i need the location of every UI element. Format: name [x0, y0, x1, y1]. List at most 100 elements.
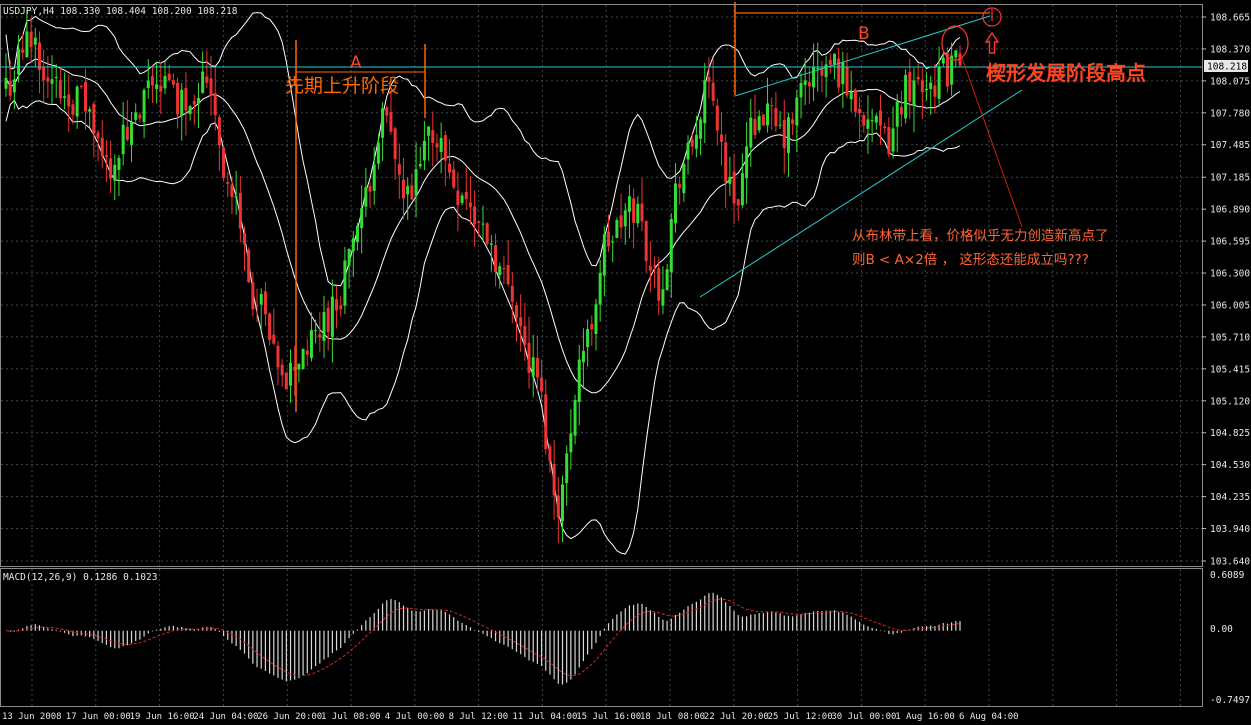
candle-body — [343, 260, 347, 306]
candle-body — [58, 80, 62, 99]
time-label: 1 Jul 08:00 — [321, 712, 381, 722]
candle-body — [427, 126, 431, 136]
candle-body — [678, 183, 682, 188]
price-tick-label: 105.120 — [1210, 396, 1250, 407]
candle-body — [715, 105, 719, 131]
candle-body — [623, 210, 627, 227]
candle-body — [448, 163, 452, 173]
price-tick-label: 103.940 — [1210, 524, 1250, 535]
candle-body — [941, 57, 945, 64]
macd-header: MACD(12,26,9) 0.1286 0.1023 — [3, 572, 157, 583]
candle-body — [812, 66, 816, 88]
price-tick-label: 106.595 — [1210, 237, 1250, 248]
candle-body — [176, 82, 180, 115]
candle-body — [904, 75, 908, 119]
candle-body — [37, 42, 41, 70]
candle-body — [25, 31, 29, 58]
candle-body — [142, 89, 146, 122]
candle-body — [828, 59, 832, 65]
label-b: B — [858, 24, 870, 44]
candle-body — [711, 82, 715, 102]
time-label: 19 Jun 16:00 — [130, 712, 195, 722]
candle-body — [268, 313, 272, 340]
candle-body — [121, 124, 125, 155]
price-tick-label: 107.185 — [1210, 173, 1250, 184]
time-label: 1 Aug 16:00 — [895, 712, 955, 722]
candle-body — [12, 79, 16, 93]
candle-body — [201, 71, 205, 93]
candle — [284, 372, 288, 390]
candle-body — [607, 231, 611, 247]
candle-body — [544, 394, 548, 450]
candle-body — [75, 86, 79, 117]
candle-body — [339, 305, 343, 310]
candle-body — [740, 173, 744, 206]
candle-body — [665, 269, 669, 291]
candle-body — [314, 330, 318, 332]
candle-body — [326, 307, 330, 333]
price-tick-label: 108.075 — [1210, 76, 1250, 87]
candle-body — [527, 342, 531, 373]
candle-body — [63, 96, 67, 99]
candle-body — [435, 143, 439, 148]
time-label: 17 Jun 00:00 — [66, 712, 131, 722]
price-tick-label: 107.485 — [1210, 140, 1250, 151]
candle-body — [640, 203, 644, 222]
candle-body — [92, 103, 96, 134]
candle-body — [96, 132, 100, 139]
candle-body — [485, 223, 489, 244]
candle — [485, 221, 489, 246]
candle-body — [540, 377, 544, 392]
candle-body — [824, 64, 828, 78]
candle-body — [933, 85, 937, 97]
candle-body — [481, 223, 485, 225]
candle-body — [192, 101, 196, 105]
candle-body — [171, 80, 175, 85]
candle-body — [402, 179, 405, 199]
candle-body — [795, 97, 799, 126]
candle-body — [393, 128, 397, 160]
candle-body — [29, 31, 33, 48]
candle-body — [766, 103, 770, 126]
phase-label: 先期上升阶段 — [285, 75, 399, 97]
candle-body — [456, 190, 460, 205]
candle-body — [330, 296, 334, 338]
candle-body — [4, 77, 8, 89]
candle-body — [355, 225, 359, 243]
candle-body — [364, 187, 368, 207]
time-label: 6 Aug 04:00 — [959, 712, 1019, 722]
candle-body — [498, 266, 502, 276]
candle-body — [586, 329, 590, 348]
candle-body — [895, 101, 899, 127]
candle-body — [84, 82, 87, 112]
candle-body — [335, 299, 339, 311]
candle-body — [88, 109, 92, 112]
candle-body — [159, 85, 163, 92]
candle-body — [577, 359, 581, 403]
candle-body — [699, 119, 703, 139]
price-tick-label: 105.710 — [1210, 332, 1250, 343]
candle-body — [556, 495, 560, 518]
candle-body — [749, 117, 753, 148]
candle-body — [452, 169, 456, 188]
candle-body — [230, 184, 234, 198]
candle-body — [406, 186, 410, 195]
candle-body — [414, 169, 418, 196]
candle-body — [238, 192, 242, 229]
candle-body — [138, 114, 142, 119]
time-label: 4 Jul 00:00 — [385, 712, 445, 722]
chart-canvas[interactable]: USDJPY,H4 108.330 108.404 108.200 108.21… — [0, 0, 1251, 725]
candle-body — [602, 234, 606, 276]
candle-body — [523, 326, 527, 345]
time-label: 11 Jul 04:00 — [512, 712, 577, 722]
candle-body — [849, 91, 853, 100]
candle-body — [222, 147, 226, 178]
candle-body — [514, 305, 518, 319]
candle-body — [720, 134, 723, 142]
candle-body — [410, 185, 414, 200]
symbol-header: USDJPY,H4 108.330 108.404 108.200 108.21… — [3, 6, 238, 17]
candle-body — [50, 79, 54, 84]
candle-body — [79, 85, 83, 88]
candle-body — [786, 117, 790, 153]
candle — [615, 217, 619, 239]
